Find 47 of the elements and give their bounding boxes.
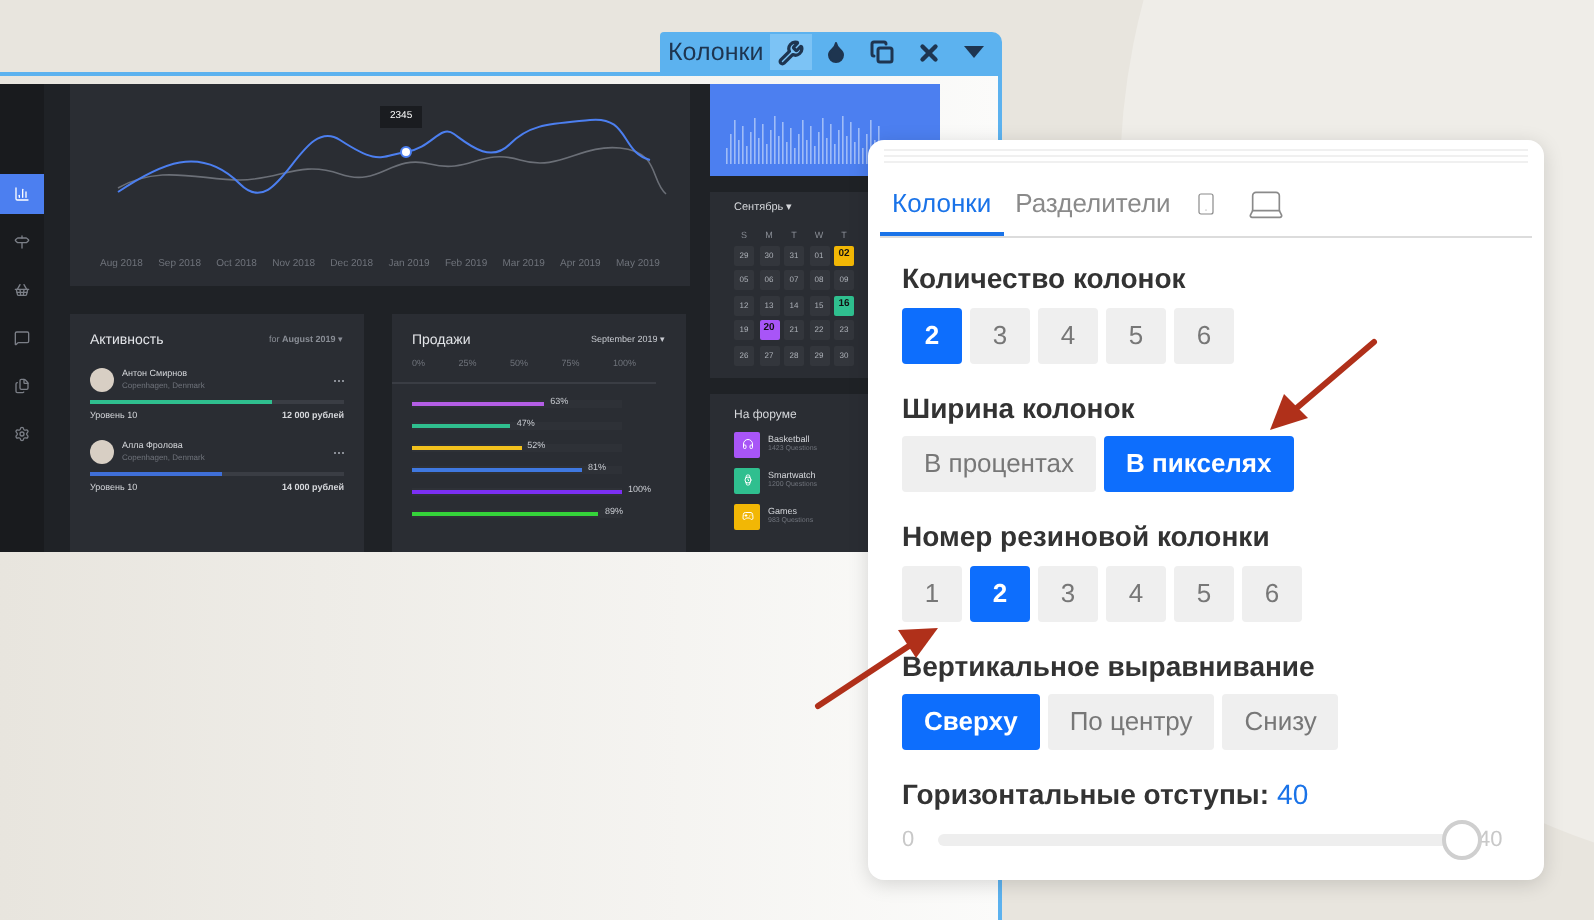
chart-icon bbox=[14, 186, 30, 202]
caret-icon bbox=[964, 46, 985, 58]
option-button[interactable]: 1 bbox=[902, 565, 962, 621]
phone-icon bbox=[1194, 188, 1219, 220]
option-button[interactable]: По центру bbox=[1047, 694, 1215, 750]
slider-thumb[interactable] bbox=[1442, 820, 1482, 861]
option-button[interactable]: 5 bbox=[1174, 565, 1234, 621]
documents-icon bbox=[14, 378, 30, 394]
close-icon bbox=[915, 39, 942, 65]
option-button[interactable]: Сверху bbox=[902, 694, 1040, 750]
sidebar-item[interactable] bbox=[0, 174, 44, 214]
slider-value: 40 bbox=[1277, 776, 1309, 814]
group-title: Ширина колонок bbox=[902, 391, 1137, 426]
group-title: Вертикальное выравнивание bbox=[902, 649, 1317, 684]
option-button[interactable]: В пикселях bbox=[1104, 436, 1294, 492]
option-button[interactable]: 4 bbox=[1106, 565, 1166, 621]
option-button[interactable]: В процентах bbox=[902, 436, 1097, 492]
option-button[interactable]: 2 bbox=[970, 565, 1030, 621]
avatar bbox=[90, 440, 114, 464]
watch-icon bbox=[741, 474, 753, 486]
arrow-drawing bbox=[1264, 336, 1380, 436]
option-button[interactable]: 3 bbox=[1038, 565, 1098, 621]
option-button[interactable]: 6 bbox=[1242, 565, 1302, 621]
slider-label: Горизонтальные отступы: bbox=[902, 776, 1270, 814]
gamepad-icon bbox=[741, 510, 753, 522]
wrench-icon bbox=[777, 39, 804, 65]
headphones-icon bbox=[741, 438, 753, 450]
option-button[interactable]: 3 bbox=[970, 307, 1030, 363]
settings-icon bbox=[14, 426, 30, 442]
option-button[interactable]: 5 bbox=[1106, 307, 1166, 363]
chat-icon bbox=[14, 330, 30, 346]
signpost-icon bbox=[14, 234, 30, 250]
chart-point bbox=[400, 146, 412, 158]
panel-tab[interactable]: Разделители bbox=[1003, 176, 1183, 236]
basket-icon bbox=[14, 282, 30, 298]
toolbar-title: Колонки bbox=[666, 39, 766, 65]
copy-icon bbox=[870, 40, 895, 64]
group-title: Номер резиновой колонки bbox=[902, 520, 1272, 555]
avatar bbox=[90, 368, 114, 392]
drop-icon bbox=[824, 40, 849, 64]
panel-tab[interactable]: Колонки bbox=[880, 176, 1004, 236]
option-button[interactable]: 4 bbox=[1038, 307, 1098, 363]
group-title: Количество колонок bbox=[902, 262, 1188, 297]
option-button[interactable]: Снизу bbox=[1222, 694, 1339, 750]
option-button[interactable]: 6 bbox=[1174, 307, 1234, 363]
toolbar-button[interactable] bbox=[769, 34, 812, 70]
option-button[interactable]: 2 bbox=[902, 307, 962, 363]
